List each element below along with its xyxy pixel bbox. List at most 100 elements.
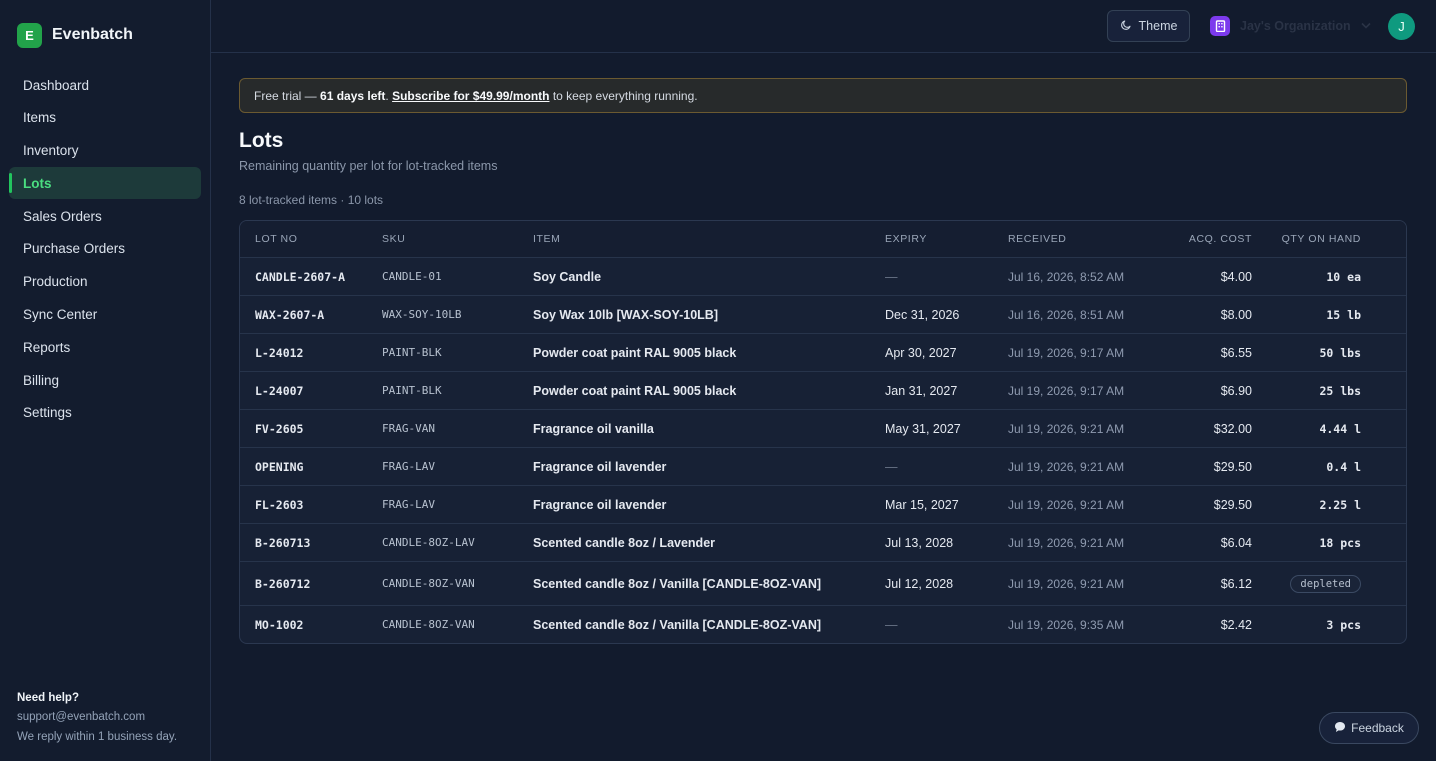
table-row[interactable]: FL-2603 FRAG-LAV Fragrance oil lavender Mar… [240, 485, 1406, 523]
qty-on-hand-cell: depleted [1252, 574, 1376, 593]
qty-on-hand-cell: 3 pcs [1326, 617, 1361, 632]
topbar: Theme Jay's Organization J [211, 0, 1436, 53]
column-header-qty-on-hand: QTY ON HAND [1281, 233, 1361, 245]
brand[interactable]: E Evenbatch [0, 0, 210, 53]
table-row[interactable]: B-260713 CANDLE-8OZ-LAV Scented candle 8oz… [240, 523, 1406, 561]
acq-cost-cell: $29.50 [1213, 459, 1252, 474]
sidebar-item-sales-orders[interactable]: Sales Orders [9, 200, 201, 232]
building-icon [1210, 16, 1230, 36]
sidebar-item-reports[interactable]: Reports [9, 331, 201, 363]
acq-cost-cell: $6.55 [1220, 345, 1252, 360]
feedback-button[interactable]: Feedback [1319, 712, 1419, 744]
expiry-cell: — [885, 459, 898, 474]
item-cell: Fragrance oil lavender [533, 497, 667, 512]
received-cell: Jul 19, 2026, 9:21 AM [1008, 459, 1125, 474]
received-cell: Jul 19, 2026, 9:21 AM [1008, 535, 1125, 550]
help-box: Need help? support@evenbatch.com We repl… [17, 689, 177, 748]
expiry-cell: Dec 31, 2026 [885, 307, 960, 322]
org-switcher[interactable]: Jay's Organization [1210, 16, 1371, 36]
table-row[interactable]: FV-2605 FRAG-VAN Fragrance oil vanilla May … [240, 409, 1406, 447]
lot-no-cell: B-260712 [255, 576, 311, 591]
acq-cost-cell: $8.00 [1220, 307, 1252, 322]
expiry-cell: — [885, 617, 898, 632]
table-row[interactable]: WAX-2607-A WAX-SOY-10LB Soy Wax 10lb [WAX-… [240, 295, 1406, 333]
expiry-cell: Jan 31, 2027 [885, 383, 958, 398]
qty-on-hand-cell: 0.4 l [1326, 459, 1361, 474]
sku-cell: PAINT-BLK [382, 384, 442, 397]
sidebar-item-dashboard[interactable]: Dashboard [9, 69, 201, 101]
acq-cost-cell: $29.50 [1213, 497, 1252, 512]
trial-prefix: Free trial — [254, 88, 317, 103]
table-row[interactable]: OPENING FRAG-LAV Fragrance oil lavender — Ju… [240, 447, 1406, 485]
column-header-received: RECEIVED [1008, 233, 1067, 245]
lots-table: LOT NO SKU ITEM EXPIRY RECEIVED ACQ. COS… [239, 220, 1407, 644]
expiry-cell: Jul 13, 2028 [885, 535, 954, 550]
sidebar-item-billing[interactable]: Billing [9, 364, 201, 396]
sidebar-item-settings[interactable]: Settings [9, 397, 201, 429]
sku-cell: FRAG-LAV [382, 460, 435, 473]
sidebar: E Evenbatch Dashboard Items Inventory Lots S… [0, 0, 211, 761]
sidebar-item-production[interactable]: Production [9, 266, 201, 298]
received-cell: Jul 19, 2026, 9:17 AM [1008, 345, 1125, 360]
brand-name: Evenbatch [52, 26, 133, 43]
received-cell: Jul 16, 2026, 8:52 AM [1008, 269, 1125, 284]
item-cell: Scented candle 8oz / Lavender [533, 535, 716, 550]
lot-count-summary: 8 lot-tracked items · 10 lots [239, 193, 384, 207]
table-row[interactable]: L-24012 PAINT-BLK Powder coat paint RAL 90… [240, 333, 1406, 371]
item-cell: Scented candle 8oz / Vanilla [CANDLE-8OZ… [533, 617, 822, 632]
table-row[interactable]: CANDLE-2607-A CANDLE-01 Soy Candle — Jul 16,… [240, 257, 1406, 295]
theme-toggle-button[interactable]: Theme [1107, 10, 1190, 42]
sku-cell: WAX-SOY-10LB [382, 308, 462, 321]
qty-on-hand-cell: 10 ea [1326, 269, 1361, 284]
lot-no-cell: FV-2605 [255, 421, 304, 436]
qty-on-hand-cell: 50 lbs [1319, 345, 1361, 360]
column-header-lot-no: LOT NO [255, 233, 298, 245]
support-email-link[interactable]: support@evenbatch.com [17, 708, 177, 728]
trial-days-left: 61 days left [320, 88, 386, 103]
user-avatar[interactable]: J [1388, 13, 1415, 40]
sidebar-nav: Dashboard Items Inventory Lots Sales Orders P… [0, 61, 210, 429]
sidebar-item-sync-center[interactable]: Sync Center [9, 299, 201, 331]
sidebar-item-items[interactable]: Items [9, 102, 201, 134]
lot-no-cell: L-24007 [255, 383, 304, 398]
table-header-row: LOT NO SKU ITEM EXPIRY RECEIVED ACQ. COS… [240, 221, 1406, 257]
trial-suffix: to keep everything running. [552, 88, 698, 103]
trial-dot: . [385, 88, 389, 103]
sku-cell: CANDLE-01 [382, 270, 442, 283]
table-row[interactable]: L-24007 PAINT-BLK Powder coat paint RAL 90… [240, 371, 1406, 409]
sku-cell: FRAG-LAV [382, 498, 435, 511]
table-row[interactable]: MO-1002 CANDLE-8OZ-VAN Scented candle 8oz … [240, 605, 1406, 643]
lot-no-cell: OPENING [255, 459, 304, 474]
expiry-cell: Apr 30, 2027 [885, 345, 957, 360]
theme-label: Theme [1138, 19, 1178, 33]
column-header-sku: SKU [382, 233, 406, 245]
qty-on-hand-cell: 2.25 l [1319, 497, 1361, 512]
page-subtitle: Remaining quantity per lot for lot-track… [239, 159, 498, 173]
moon-icon [1120, 19, 1132, 34]
received-cell: Jul 19, 2026, 9:35 AM [1008, 617, 1125, 632]
sidebar-item-inventory[interactable]: Inventory [9, 135, 201, 167]
acq-cost-cell: $6.12 [1220, 576, 1252, 591]
item-cell: Powder coat paint RAL 9005 black [533, 383, 737, 398]
chevron-down-icon [1361, 21, 1371, 32]
item-cell: Soy Wax 10lb [WAX-SOY-10LB] [533, 307, 718, 322]
sidebar-item-lots[interactable]: Lots [9, 167, 201, 200]
sku-cell: PAINT-BLK [382, 346, 442, 359]
expiry-cell: May 31, 2027 [885, 421, 961, 436]
help-note: We reply within 1 business day. [17, 730, 178, 743]
speech-bubble-icon [1334, 721, 1346, 736]
lot-no-cell: L-24012 [255, 345, 304, 360]
sidebar-item-purchase-orders[interactable]: Purchase Orders [9, 233, 201, 265]
expiry-cell: Jul 12, 2028 [885, 576, 954, 591]
sku-cell: CANDLE-8OZ-VAN [382, 618, 475, 631]
acq-cost-cell: $2.42 [1220, 617, 1252, 632]
main-content: Free trial — 61 days left. Subscribe for… [239, 78, 1407, 644]
item-cell: Fragrance oil lavender [533, 459, 667, 474]
received-cell: Jul 19, 2026, 9:21 AM [1008, 421, 1125, 436]
received-cell: Jul 19, 2026, 9:21 AM [1008, 576, 1125, 591]
table-row[interactable]: B-260712 CANDLE-8OZ-VAN Scented candle 8oz… [240, 561, 1406, 605]
lot-no-cell: FL-2603 [255, 497, 304, 512]
acq-cost-cell: $32.00 [1213, 421, 1252, 436]
feedback-label: Feedback [1351, 721, 1404, 735]
subscribe-link[interactable]: Subscribe for $49.99/month [392, 89, 549, 103]
